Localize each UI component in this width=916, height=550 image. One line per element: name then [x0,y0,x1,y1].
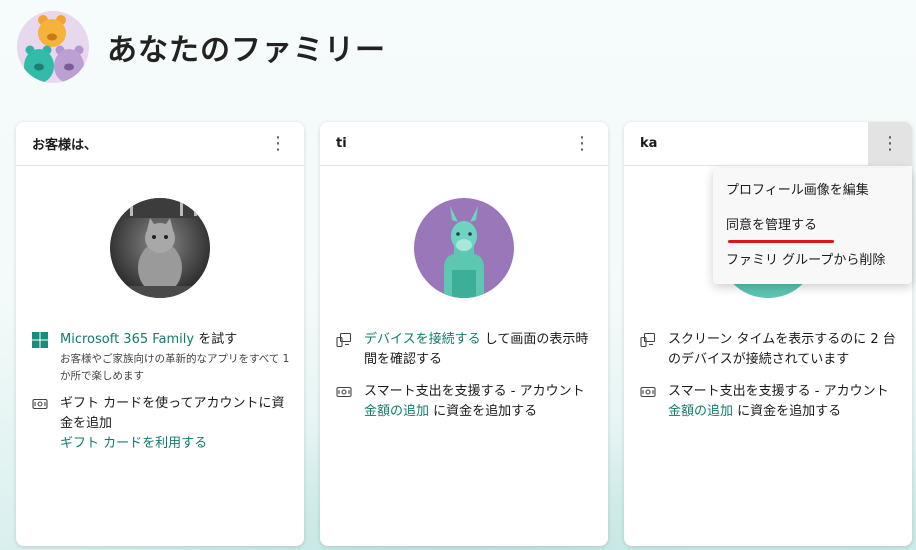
gift-card-text: ギフト カードを使ってアカウントに資金を追加 [60,396,285,431]
more-options-button[interactable]: ⋮ [564,126,600,162]
devices-icon [640,332,658,370]
card-header: ti ⋮ [320,122,608,166]
connect-device-row: デバイスを接続する して画面の表示時間を確認する [336,330,596,370]
member-card-ti: ti ⋮ デバイスを接続する して画面の表示時間を確認する スマート支出を支援す… [320,122,608,546]
card-header: ka ⋮ [624,122,912,166]
m365-family-link[interactable]: Microsoft 365 Family [60,332,194,347]
smart-spending-text: スマート支出を支援する - アカウント [364,384,585,399]
page-header: あなたのファミリー [17,11,386,83]
member-options-menu: プロフィール画像を編集 同意を管理する ファミリ グループから削除 [713,168,912,284]
more-vertical-icon: ⋮ [881,133,899,154]
menu-item-manage-consent[interactable]: 同意を管理する [713,214,912,249]
member-name: ti [336,136,347,151]
member-avatar-cat [110,198,210,298]
smart-spending-text: スマート支出を支援する - アカウント [668,384,889,399]
family-avatar [17,11,89,83]
redeem-gift-card-link[interactable]: ギフト カードを利用する [60,434,292,454]
add-funds-text: に資金を追加する [429,404,538,419]
m365-promo-row: Microsoft 365 Family を試す お客様やご家族向けの革新的なア… [32,330,292,385]
devices-icon [336,332,354,370]
more-options-button[interactable]: ⋮ [868,122,912,166]
manage-consent-label: 同意を管理する [726,218,818,233]
m365-description: お客様やご家族向けの革新的なアプリをすべて 1 か所で楽しめます [60,353,290,382]
screen-time-row: スクリーン タイムを表示するのに 2 台のデバイスが接続されています [640,330,900,370]
member-card-self: お客様は、 ⋮ Microsoft 365 Family を試す お客様やご家族… [16,122,304,546]
member-avatar-llama [414,198,514,298]
menu-item-edit-profile-picture[interactable]: プロフィール画像を編集 [713,179,912,214]
microsoft-logo-icon [32,332,50,385]
more-vertical-icon: ⋮ [573,133,591,154]
member-name: お客様は、 [32,138,98,153]
menu-item-remove-from-family[interactable]: ファミリ グループから削除 [713,249,912,284]
wallet-icon [640,384,658,422]
more-options-button[interactable]: ⋮ [260,126,296,162]
wallet-icon [336,384,354,422]
gift-card-row: ギフト カードを使ってアカウントに資金を追加 ギフト カードを利用する [32,394,292,454]
page-title: あなたのファミリー [107,33,386,68]
screen-time-status: スクリーン タイムを表示するのに 2 台のデバイスが接続されています [668,332,896,367]
try-text: を試す [194,332,238,347]
add-funds-text: に資金を追加する [733,404,842,419]
smart-spending-row: スマート支出を支援する - アカウント 金額の追加 に資金を追加する [640,382,900,422]
connect-device-link[interactable]: デバイスを接続する [364,332,481,347]
card-header: お客様は、 ⋮ [16,122,304,166]
add-money-link[interactable]: 金額の追加 [668,404,733,419]
more-vertical-icon: ⋮ [269,133,287,154]
member-name: ka [640,136,658,151]
add-money-link[interactable]: 金額の追加 [364,404,429,419]
red-underline-annotation [728,240,834,243]
smart-spending-row: スマート支出を支援する - アカウント 金額の追加 に資金を追加する [336,382,596,422]
wallet-icon [32,396,50,454]
